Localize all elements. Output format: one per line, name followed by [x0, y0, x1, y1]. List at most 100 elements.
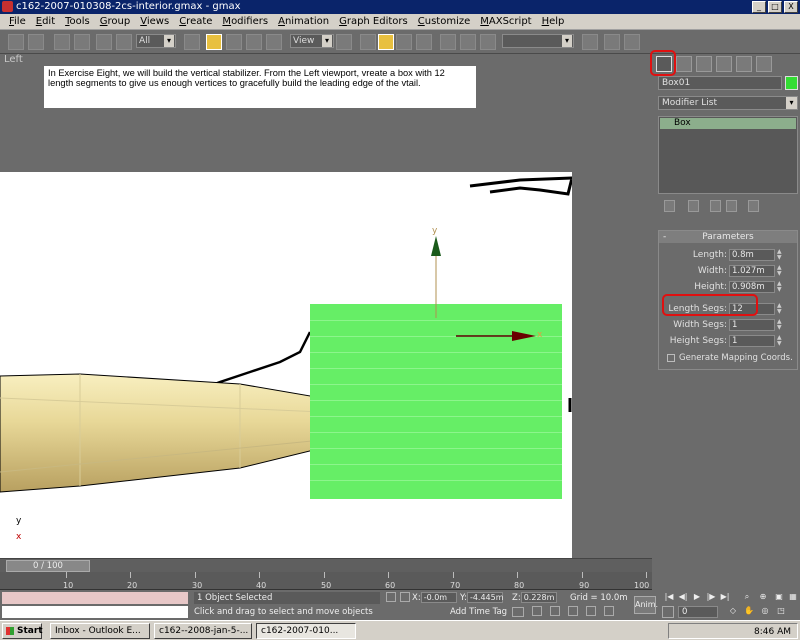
- utilities-tab-icon[interactable]: [756, 56, 772, 72]
- time-config-icon[interactable]: [662, 606, 674, 618]
- modify-tab-icon[interactable]: [676, 56, 692, 72]
- width-input[interactable]: 1.027m: [729, 265, 775, 277]
- display-tab-icon[interactable]: [736, 56, 752, 72]
- zoom-extents-all-icon[interactable]: ▦: [788, 592, 798, 602]
- reference-coord-select[interactable]: View: [290, 34, 334, 48]
- select-and-move-icon[interactable]: [206, 34, 222, 50]
- minimize-button[interactable]: _: [752, 1, 766, 13]
- undo-icon[interactable]: [8, 34, 24, 50]
- snap-icon[interactable]: [480, 34, 496, 50]
- taskbar-c162-jan[interactable]: c162--2008-jan-5-...: [154, 623, 252, 639]
- absolute-mode-icon[interactable]: [400, 592, 410, 602]
- object-name-field[interactable]: Box01: [658, 76, 782, 90]
- hierarchy-tab-icon[interactable]: [696, 56, 712, 72]
- unlink-icon[interactable]: [74, 34, 90, 50]
- named-selection-select[interactable]: [502, 34, 574, 48]
- z-coordinate-field[interactable]: 0.228m: [520, 592, 557, 603]
- maxscript-listener-mini[interactable]: [2, 592, 188, 604]
- height-input[interactable]: 0.908m: [729, 281, 775, 293]
- constrain-z-icon[interactable]: [396, 34, 412, 50]
- play-icon[interactable]: ▶: [692, 592, 702, 602]
- maxscript-output-mini[interactable]: [2, 606, 188, 618]
- zoom-extents-icon[interactable]: ▣: [774, 592, 784, 602]
- quick-render-icon[interactable]: [624, 34, 640, 50]
- lock-selection-icon[interactable]: [386, 592, 396, 602]
- show-end-result-icon[interactable]: [688, 200, 699, 212]
- select-object-icon[interactable]: [96, 34, 112, 50]
- remove-modifier-icon[interactable]: [726, 200, 737, 212]
- motion-tab-icon[interactable]: [716, 56, 732, 72]
- height-segs-spinner-icon[interactable]: ▲ ▼: [777, 335, 785, 347]
- width-segs-input[interactable]: 1: [729, 319, 775, 331]
- width-segs-spinner-icon[interactable]: ▲ ▼: [777, 319, 785, 331]
- x-coordinate-field[interactable]: -0.0m: [420, 592, 457, 603]
- generate-mapping-row[interactable]: Generate Mapping Coords.: [667, 353, 797, 365]
- taskbar-gmax[interactable]: c162-2007-010...: [256, 623, 356, 639]
- object-color-swatch[interactable]: [785, 76, 798, 90]
- material-editor-icon[interactable]: [582, 34, 598, 50]
- viewport-label[interactable]: Left: [4, 54, 23, 65]
- make-unique-icon[interactable]: [710, 200, 721, 212]
- select-region-icon[interactable]: [116, 34, 132, 50]
- length-segs-spinner-icon[interactable]: ▲ ▼: [777, 303, 785, 315]
- length-input[interactable]: 0.8m: [729, 249, 775, 261]
- start-button[interactable]: Start: [2, 623, 43, 639]
- redo-icon[interactable]: [28, 34, 44, 50]
- field-of-view-icon[interactable]: ◇: [728, 606, 738, 616]
- select-by-name-icon[interactable]: [184, 34, 200, 50]
- pin-stack-icon[interactable]: [664, 200, 675, 212]
- align-icon[interactable]: [460, 34, 476, 50]
- height-segs-input[interactable]: 1: [729, 335, 775, 347]
- select-and-scale-icon[interactable]: [246, 34, 262, 50]
- menu-group[interactable]: Group: [95, 14, 135, 30]
- stack-item-box[interactable]: Box: [660, 118, 796, 129]
- add-time-tag-button[interactable]: Add Time Tag: [450, 607, 507, 617]
- constrain-y-icon[interactable]: [378, 34, 394, 50]
- menu-edit[interactable]: Edit: [31, 14, 60, 30]
- length-spinner-icon[interactable]: ▲ ▼: [777, 249, 785, 261]
- time-tag-toggle[interactable]: [512, 607, 524, 617]
- viewport-scene[interactable]: y x: [0, 172, 572, 558]
- menu-tools[interactable]: Tools: [60, 14, 95, 30]
- next-frame-icon[interactable]: |▶: [706, 592, 716, 602]
- time-slider-thumb[interactable]: 0 / 100: [6, 560, 90, 572]
- configure-sets-icon[interactable]: [748, 200, 759, 212]
- menu-create[interactable]: Create: [174, 14, 217, 30]
- height-spinner-icon[interactable]: ▲ ▼: [777, 281, 785, 293]
- zoom-icon[interactable]: ⌕: [742, 592, 752, 602]
- constrain-xy-icon[interactable]: [416, 34, 432, 50]
- mirror-icon[interactable]: [440, 34, 456, 50]
- time-slider[interactable]: 0 / 100: [0, 558, 652, 572]
- taskbar-outlook[interactable]: Inbox - Outlook E...: [50, 623, 150, 639]
- maximize-button[interactable]: □: [768, 1, 782, 13]
- menu-modifiers[interactable]: Modifiers: [217, 14, 273, 30]
- menu-graph-editors[interactable]: Graph Editors: [334, 14, 413, 30]
- select-and-rotate-icon[interactable]: [226, 34, 242, 50]
- min-max-toggle-icon[interactable]: ◳: [776, 606, 786, 616]
- menu-file[interactable]: File: [4, 14, 31, 30]
- track-bar[interactable]: 10 20 30 40 50 60 70 80 90 100: [0, 572, 652, 590]
- pivot-center-icon[interactable]: [266, 34, 282, 50]
- menu-animation[interactable]: Animation: [273, 14, 334, 30]
- left-viewport[interactable]: Left In Exercise Eight, we will build th…: [0, 54, 572, 558]
- modifier-list-dropdown[interactable]: Modifier List: [658, 96, 798, 110]
- zoom-all-icon[interactable]: ⊕: [758, 592, 768, 602]
- use-pivot-icon[interactable]: [336, 34, 352, 50]
- goto-end-icon[interactable]: ▶|: [720, 592, 730, 602]
- pan-icon[interactable]: ✋: [744, 606, 754, 616]
- angle-snap-icon[interactable]: [550, 606, 560, 616]
- percent-snap-icon[interactable]: [568, 606, 578, 616]
- arc-rotate-icon[interactable]: ◎: [760, 606, 770, 616]
- constrain-x-icon[interactable]: [360, 34, 376, 50]
- animate-button[interactable]: Anim.: [634, 596, 658, 614]
- selection-filter-select[interactable]: All: [136, 34, 176, 48]
- current-frame-field[interactable]: 0: [678, 606, 718, 618]
- menu-help[interactable]: Help: [537, 14, 570, 30]
- close-button[interactable]: X: [784, 1, 798, 13]
- previous-frame-icon[interactable]: ◀|: [678, 592, 688, 602]
- menu-customize[interactable]: Customize: [413, 14, 476, 30]
- snap-toggle-icon[interactable]: [532, 606, 542, 616]
- parameters-rollout-header[interactable]: - Parameters: [659, 231, 797, 243]
- render-icon[interactable]: [604, 34, 620, 50]
- spinner-snap-icon[interactable]: [586, 606, 596, 616]
